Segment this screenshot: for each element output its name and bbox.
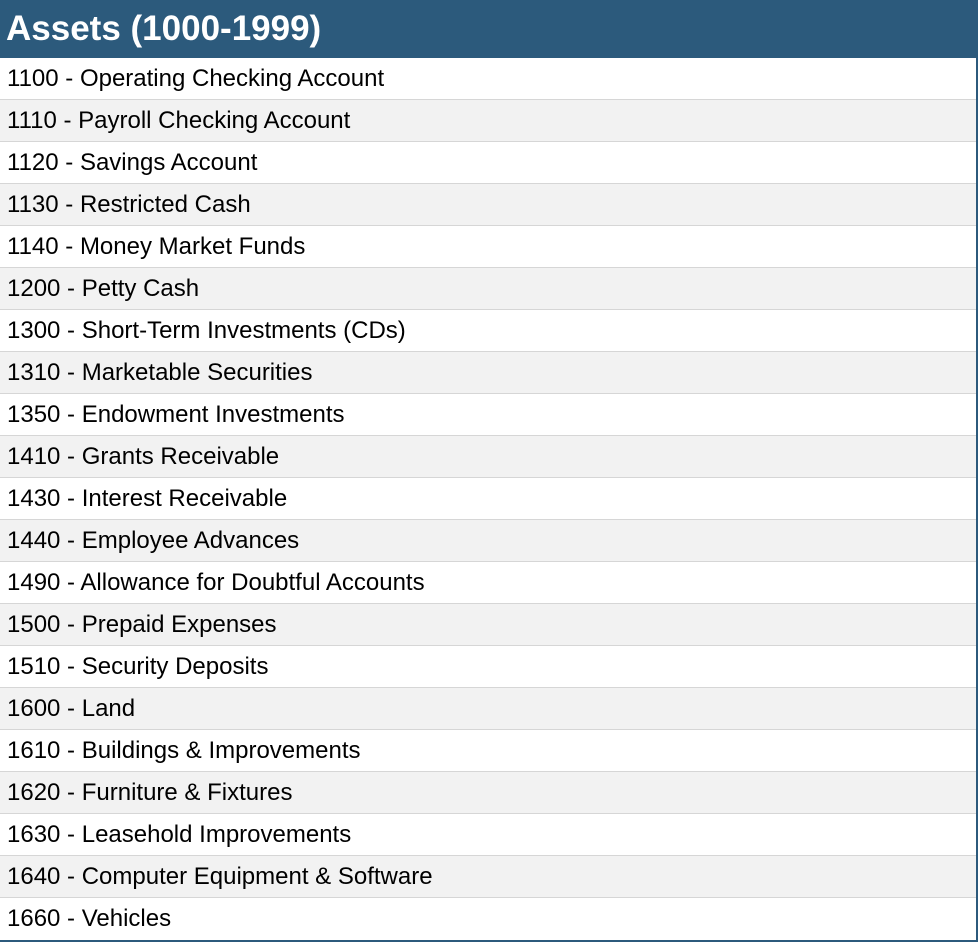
account-row: 1610 - Buildings & Improvements — [0, 730, 976, 772]
account-row: 1620 - Furniture & Fixtures — [0, 772, 976, 814]
account-row: 1600 - Land — [0, 688, 976, 730]
account-row: 1200 - Petty Cash — [0, 268, 976, 310]
account-row: 1630 - Leasehold Improvements — [0, 814, 976, 856]
account-row: 1350 - Endowment Investments — [0, 394, 976, 436]
account-row: 1640 - Computer Equipment & Software — [0, 856, 976, 898]
account-row: 1140 - Money Market Funds — [0, 226, 976, 268]
account-list: 1100 - Operating Checking Account 1110 -… — [0, 58, 976, 940]
account-row: 1130 - Restricted Cash — [0, 184, 976, 226]
account-row: 1430 - Interest Receivable — [0, 478, 976, 520]
account-row: 1310 - Marketable Securities — [0, 352, 976, 394]
account-row: 1440 - Employee Advances — [0, 520, 976, 562]
account-row: 1510 - Security Deposits — [0, 646, 976, 688]
account-row: 1300 - Short-Term Investments (CDs) — [0, 310, 976, 352]
account-row: 1660 - Vehicles — [0, 898, 976, 940]
account-row: 1410 - Grants Receivable — [0, 436, 976, 478]
account-row: 1120 - Savings Account — [0, 142, 976, 184]
account-row: 1490 - Allowance for Doubtful Accounts — [0, 562, 976, 604]
table-header-title: Assets (1000-1999) — [0, 0, 976, 58]
account-row: 1500 - Prepaid Expenses — [0, 604, 976, 646]
account-row: 1110 - Payroll Checking Account — [0, 100, 976, 142]
assets-table: Assets (1000-1999) 1100 - Operating Chec… — [0, 0, 978, 942]
account-row: 1100 - Operating Checking Account — [0, 58, 976, 100]
